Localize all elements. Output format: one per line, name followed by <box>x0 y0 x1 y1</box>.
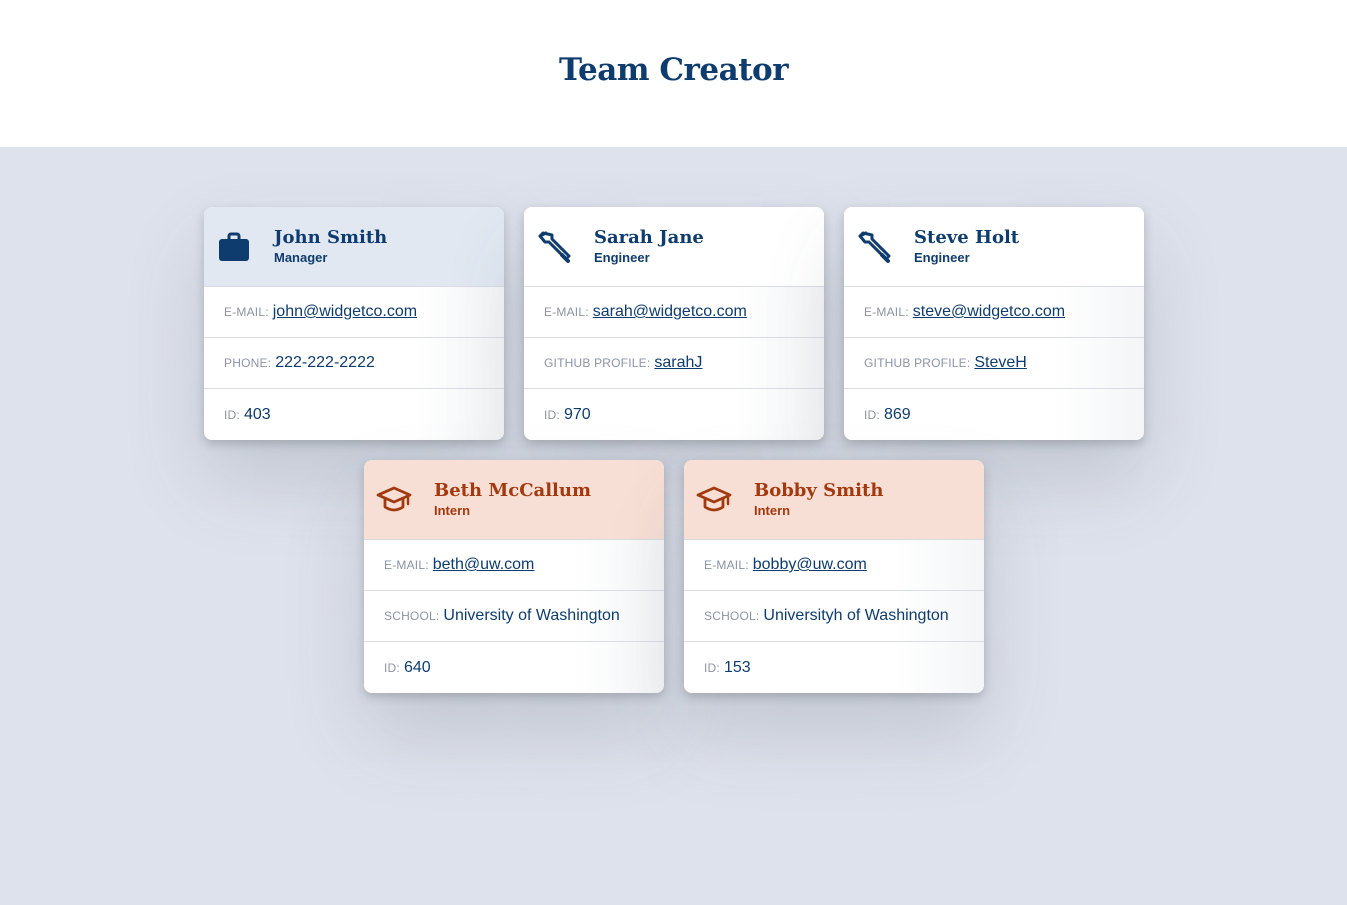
wrench-icon <box>856 229 892 265</box>
email-link[interactable]: beth@uw.com <box>433 556 535 574</box>
id-row: ID: 640 <box>364 642 664 693</box>
graduation-cap-icon <box>376 482 412 518</box>
employee-name: Beth McCallum <box>434 480 592 501</box>
github-row: GITHUB PROFILE: sarahJ <box>524 338 824 389</box>
employee-role: Manager <box>274 250 328 265</box>
phone-value: 222-222-2222 <box>275 354 375 371</box>
school-row: SCHOOL: Universityh of Washington <box>684 591 984 642</box>
id-row: ID: 153 <box>684 642 984 693</box>
employee-card-engineer: Sarah Jane Engineer E-MAIL: sarah@widget… <box>524 207 824 440</box>
id-row: ID: 403 <box>204 389 504 440</box>
email-row: E-MAIL: beth@uw.com <box>364 540 664 591</box>
phone-row: PHONE: 222-222-2222 <box>204 338 504 389</box>
page-title: Team Creator <box>558 51 789 88</box>
employee-name: Steve Holt <box>914 227 1020 248</box>
github-label: GITHUB PROFILE: <box>864 356 971 370</box>
employee-role: Intern <box>434 503 471 518</box>
card-header: John Smith Manager <box>204 207 504 287</box>
card-header: Beth McCallum Intern <box>364 460 664 540</box>
id-row: ID: 970 <box>524 389 824 440</box>
id-row: ID: 869 <box>844 389 1144 440</box>
employee-role: Intern <box>754 503 791 518</box>
email-label: E-MAIL: <box>704 558 749 572</box>
employee-name: John Smith <box>274 227 388 248</box>
email-link[interactable]: john@widgetco.com <box>273 303 417 321</box>
employee-name: Sarah Jane <box>594 227 704 248</box>
employee-card-manager: John Smith Manager E-MAIL: john@widgetco… <box>204 207 504 440</box>
github-link[interactable]: SteveH <box>974 354 1026 372</box>
email-link[interactable]: bobby@uw.com <box>753 556 867 574</box>
wrench-icon <box>536 229 572 265</box>
email-label: E-MAIL: <box>544 305 589 319</box>
employee-role: Engineer <box>914 250 970 265</box>
employee-card-intern: Beth McCallum Intern E-MAIL: beth@uw.com… <box>364 460 664 693</box>
email-label: E-MAIL: <box>224 305 269 319</box>
id-label: ID: <box>704 660 720 675</box>
phone-label: PHONE: <box>224 356 272 370</box>
id-value: 640 <box>403 658 431 676</box>
id-label: ID: <box>224 407 240 422</box>
school-label: SCHOOL: <box>704 609 760 623</box>
email-label: E-MAIL: <box>864 305 909 319</box>
id-label: ID: <box>544 407 560 422</box>
page-header: Team Creator <box>0 0 1347 147</box>
team-grid: John Smith Manager E-MAIL: john@widgetco… <box>0 147 1347 905</box>
employee-card-intern: Bobby Smith Intern E-MAIL: bobby@uw.com … <box>684 460 984 693</box>
briefcase-icon <box>216 229 252 265</box>
card-header: Steve Holt Engineer <box>844 207 1144 287</box>
email-label: E-MAIL: <box>384 558 429 572</box>
card-header: Sarah Jane Engineer <box>524 207 824 287</box>
school-row: SCHOOL: University of Washington <box>364 591 664 642</box>
id-label: ID: <box>384 660 400 675</box>
email-row: E-MAIL: sarah@widgetco.com <box>524 287 824 338</box>
github-label: GITHUB PROFILE: <box>544 356 651 370</box>
employee-name: Bobby Smith <box>754 480 884 501</box>
email-link[interactable]: steve@widgetco.com <box>913 303 1065 321</box>
id-value: 869 <box>883 405 911 423</box>
email-row: E-MAIL: steve@widgetco.com <box>844 287 1144 338</box>
employee-role: Engineer <box>594 250 650 265</box>
employee-card-engineer: Steve Holt Engineer E-MAIL: steve@widget… <box>844 207 1144 440</box>
id-value: 970 <box>563 405 591 423</box>
graduation-cap-icon <box>696 482 732 518</box>
school-value: Universityh of Washington <box>763 607 949 624</box>
github-row: GITHUB PROFILE: SteveH <box>844 338 1144 389</box>
email-row: E-MAIL: bobby@uw.com <box>684 540 984 591</box>
id-label: ID: <box>864 407 880 422</box>
school-label: SCHOOL: <box>384 609 440 623</box>
school-value: University of Washington <box>443 607 620 624</box>
email-row: E-MAIL: john@widgetco.com <box>204 287 504 338</box>
id-value: 153 <box>723 658 751 676</box>
email-link[interactable]: sarah@widgetco.com <box>593 303 747 321</box>
card-header: Bobby Smith Intern <box>684 460 984 540</box>
github-link[interactable]: sarahJ <box>654 354 702 372</box>
id-value: 403 <box>243 405 271 423</box>
